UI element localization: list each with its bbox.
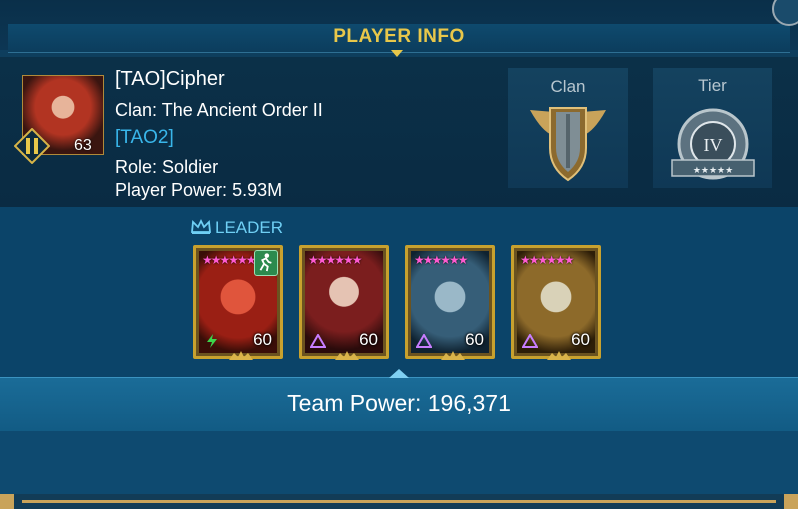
role-label: Role:	[115, 157, 158, 177]
page-title: PLAYER INFO	[333, 26, 465, 47]
team-power-value: 196,371	[427, 390, 511, 416]
rank-badge-icon	[14, 128, 50, 164]
champion-stars: ★★★★★★	[414, 253, 469, 267]
tier-panel-label: Tier	[698, 76, 727, 95]
champion-level: 60	[253, 330, 272, 349]
crown-icon	[191, 218, 211, 234]
leader-label: LEADER	[215, 218, 284, 237]
champion-stars: ★★★★★★	[308, 253, 363, 267]
player-level: 63	[74, 137, 92, 154]
force-affinity-icon	[207, 334, 217, 348]
role-value: Soldier	[162, 157, 219, 177]
champion-level: 60	[465, 330, 484, 349]
crest-icon	[229, 351, 253, 360]
crest-icon	[441, 351, 465, 360]
clan-line: Clan: The Ancient Order II	[115, 100, 323, 121]
champion-level: 60	[359, 330, 378, 349]
clan-panel-label: Clan	[550, 77, 586, 96]
bottom-frame-ornament	[0, 494, 798, 509]
tier-emblem-icon: IV ★★★★★	[671, 108, 755, 180]
svg-text:IV: IV	[704, 135, 723, 155]
magic-affinity-icon	[310, 334, 326, 348]
champion-slot-4[interactable]: ★★★★★★ 60	[511, 245, 601, 360]
clan-shield-icon	[530, 107, 606, 182]
champion-slot-1[interactable]: ★★★★★★ 60	[193, 245, 283, 360]
clan-name: The Ancient Order II	[161, 100, 323, 120]
role-line: Role: Soldier	[115, 157, 218, 178]
team-panel	[0, 207, 798, 377]
team-power-label: Team Power:	[287, 390, 422, 416]
champion-level: 60	[571, 330, 590, 349]
champion-stars: ★★★★★★	[202, 253, 257, 267]
title-notch-icon	[391, 50, 403, 57]
clan-tag-link[interactable]: [TAO2]	[115, 127, 174, 149]
team-power: Team Power: 196,371	[0, 390, 798, 417]
auto-battle-icon	[254, 250, 278, 276]
player-power-value: 5.93M	[232, 180, 283, 200]
crest-icon	[547, 351, 571, 360]
team-power-notch-icon	[389, 369, 409, 378]
champion-slot-2[interactable]: ★★★★★★ 60	[299, 245, 389, 360]
magic-affinity-icon	[522, 334, 538, 348]
champion-slot-3[interactable]: ★★★★★★ 60	[405, 245, 495, 360]
svg-text:★★★★★: ★★★★★	[693, 166, 733, 176]
magic-affinity-icon	[416, 334, 432, 348]
clan-label: Clan:	[115, 100, 158, 120]
champion-stars: ★★★★★★	[520, 253, 575, 267]
crest-icon	[335, 351, 359, 360]
player-name: [TAO]Cipher	[115, 68, 225, 90]
player-power-line: Player Power: 5.93M	[115, 180, 282, 201]
player-power-label: Player Power:	[115, 180, 228, 200]
